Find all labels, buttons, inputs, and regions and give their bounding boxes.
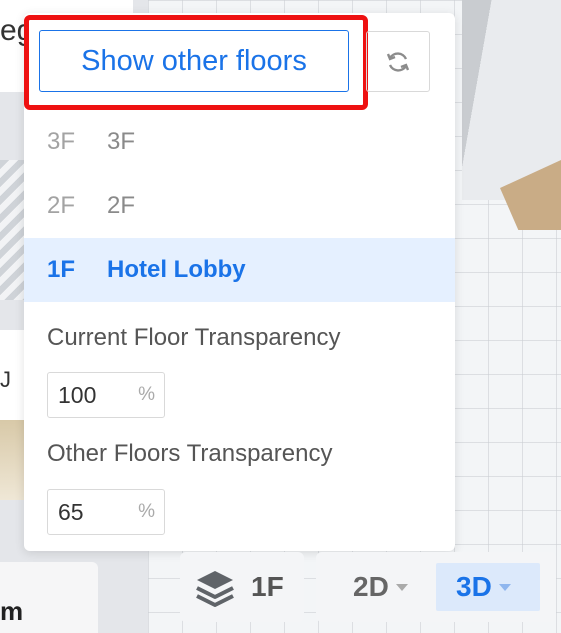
floor-code: 1F xyxy=(47,256,76,283)
floor-option-3f[interactable]: 3F 3F xyxy=(24,110,455,174)
chevron-down-icon xyxy=(498,583,511,591)
current-floor-transparency-input[interactable]: 100 % xyxy=(47,372,165,418)
chevron-down-icon xyxy=(395,583,408,591)
percent-unit: % xyxy=(138,384,155,405)
room-thumbnail[interactable] xyxy=(0,330,26,500)
floor-selector-button[interactable]: 1F xyxy=(180,552,304,622)
refresh-button[interactable] xyxy=(366,31,430,92)
current-floor-label: 1F xyxy=(251,571,284,602)
layers-icon xyxy=(196,571,234,607)
view-3d-button[interactable]: 3D xyxy=(436,563,540,611)
floor-name: 3F xyxy=(107,128,136,155)
thumbnail-label: J xyxy=(0,367,11,392)
percent-unit: % xyxy=(138,501,155,522)
other-floors-transparency-input[interactable]: 65 % xyxy=(47,489,165,535)
show-other-floors-button[interactable]: Show other floors xyxy=(39,30,349,92)
view-3d-label: 3D xyxy=(456,571,492,602)
input-value: 100 xyxy=(58,381,97,408)
current-floor-transparency-label: Current Floor Transparency xyxy=(47,324,341,351)
floor-code: 2F xyxy=(47,192,76,219)
model-thumbnail[interactable] xyxy=(0,160,26,300)
other-floors-transparency-label: Other Floors Transparency xyxy=(47,440,333,467)
view-mode-group: 2D 3D xyxy=(316,552,556,622)
refresh-icon xyxy=(386,51,410,72)
floor-name: Hotel Lobby xyxy=(107,256,246,283)
left-bottom-text: m xyxy=(0,596,24,626)
view-2d-label: 2D xyxy=(353,571,389,602)
floor-option-2f[interactable]: 2F 2F xyxy=(24,174,455,238)
view-2d-button[interactable]: 2D xyxy=(336,563,430,611)
input-value: 65 xyxy=(58,498,84,525)
floor-dropdown-panel: Show other floors 3F 3F 2F 2F 1F Hotel L… xyxy=(24,13,455,551)
floor-code: 3F xyxy=(47,128,76,155)
floor-name: 2F xyxy=(107,192,136,219)
floor-option-1f[interactable]: 1F Hotel Lobby xyxy=(24,238,455,302)
